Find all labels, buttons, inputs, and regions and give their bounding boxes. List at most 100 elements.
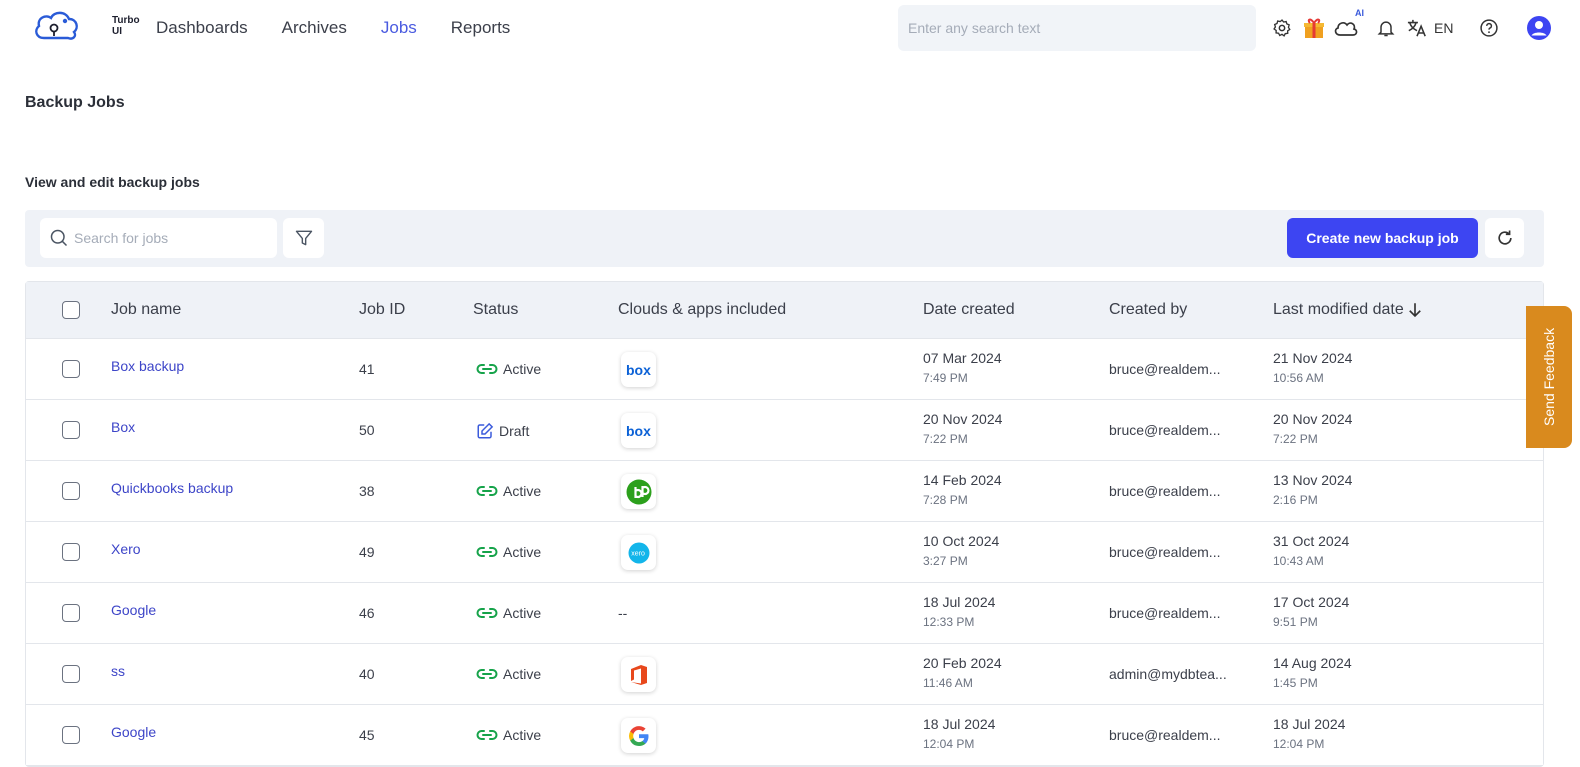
row-checkbox[interactable] <box>62 726 80 744</box>
select-all-checkbox[interactable] <box>62 301 80 319</box>
job-name-link[interactable]: ss <box>111 663 125 679</box>
created-date: 20 Feb 2024 <box>923 655 1002 671</box>
status-label: Active <box>503 605 542 621</box>
nav-archives[interactable]: Archives <box>282 18 347 38</box>
modified-time: 9:51 PM <box>1273 615 1318 629</box>
global-search-input[interactable] <box>898 5 1256 51</box>
last-modified: 13 Nov 2024 2:16 PM <box>1273 472 1352 507</box>
status-label: Active <box>503 544 542 560</box>
created-date: 18 Jul 2024 <box>923 594 996 610</box>
link-icon <box>476 545 498 559</box>
job-status: Active <box>476 361 541 377</box>
created-by: bruce@realdem... <box>1109 361 1221 377</box>
created-time: 12:33 PM <box>923 615 975 629</box>
table-row[interactable]: Xero 49 Active xero 10 Oct 2024 3:27 PM … <box>26 522 1543 583</box>
col-status[interactable]: Status <box>473 301 518 319</box>
jobs-table: Job name Job ID Status Clouds & apps inc… <box>25 281 1544 767</box>
app-cell: box <box>621 413 656 448</box>
modified-time: 2:16 PM <box>1273 493 1318 507</box>
cloud-ai-icon[interactable]: AI <box>1330 8 1364 44</box>
col-apps[interactable]: Clouds & apps included <box>618 301 786 319</box>
filter-button[interactable] <box>283 218 324 258</box>
table-row[interactable]: ss 40 Active 20 Feb 2024 11:46 AM admin@… <box>26 644 1543 705</box>
app-cell <box>621 657 656 692</box>
row-checkbox[interactable] <box>62 421 80 439</box>
col-date-created[interactable]: Date created <box>923 301 1015 319</box>
job-status: Draft <box>476 422 529 440</box>
row-checkbox[interactable] <box>62 360 80 378</box>
help-icon[interactable] <box>1473 12 1505 44</box>
user-avatar-icon[interactable] <box>1523 12 1555 44</box>
job-status: Active <box>476 544 541 560</box>
last-modified: 17 Oct 2024 9:51 PM <box>1273 594 1349 629</box>
nav-jobs[interactable]: Jobs <box>381 18 417 38</box>
created-by: bruce@realdem... <box>1109 605 1221 621</box>
col-created-by[interactable]: Created by <box>1109 301 1187 319</box>
table-header: Job name Job ID Status Clouds & apps inc… <box>26 282 1543 339</box>
modified-time: 7:22 PM <box>1273 432 1318 446</box>
job-status: Active <box>476 483 541 499</box>
created-by: bruce@realdem... <box>1109 483 1221 499</box>
send-feedback-tab[interactable]: Send Feedback <box>1526 306 1572 448</box>
language-label: EN <box>1434 20 1454 36</box>
top-icons: AI EN <box>1266 8 1555 44</box>
created-time: 11:46 AM <box>923 676 973 690</box>
bell-icon[interactable] <box>1370 12 1402 44</box>
table-row[interactable]: Google 46 Active -- 18 Jul 2024 12:33 PM… <box>26 583 1543 644</box>
created-time: 7:22 PM <box>923 432 968 446</box>
app-cell <box>621 474 656 509</box>
google-app-icon <box>621 718 656 753</box>
job-name-link[interactable]: Google <box>111 724 156 740</box>
col-last-modified[interactable]: Last modified date <box>1273 301 1424 319</box>
created-date: 07 Mar 2024 <box>923 350 1002 366</box>
nav-dashboards[interactable]: Dashboards <box>156 18 248 38</box>
table-row[interactable]: Google 45 Active 18 Jul 2024 12:04 PM br… <box>26 705 1543 766</box>
job-id: 45 <box>359 727 375 743</box>
col-job-id[interactable]: Job ID <box>359 301 405 319</box>
table-row[interactable]: Quickbooks backup 38 Active 14 Feb 2024 … <box>26 461 1543 522</box>
sort-down-arrow-icon <box>1408 303 1421 318</box>
row-checkbox[interactable] <box>62 665 80 683</box>
gift-icon[interactable] <box>1298 12 1330 44</box>
language-selector[interactable]: EN <box>1406 18 1453 38</box>
last-modified: 20 Nov 2024 7:22 PM <box>1273 411 1352 446</box>
job-name-link[interactable]: Google <box>111 602 156 618</box>
link-icon <box>476 728 498 742</box>
job-name-link[interactable]: Box <box>111 419 135 435</box>
job-name-link[interactable]: Xero <box>111 541 141 557</box>
job-name-link[interactable]: Quickbooks backup <box>111 480 233 496</box>
ai-badge: AI <box>1355 8 1364 18</box>
quickbooks-app-icon <box>621 474 656 509</box>
modified-time: 10:43 AM <box>1273 554 1324 568</box>
last-modified: 21 Nov 2024 10:56 AM <box>1273 350 1352 385</box>
col-job-name[interactable]: Job name <box>111 301 181 319</box>
job-search-box <box>40 218 277 258</box>
svg-text:box: box <box>626 363 651 377</box>
refresh-icon <box>1497 230 1512 245</box>
created-date: 18 Jul 2024 <box>923 716 996 732</box>
create-backup-job-button[interactable]: Create new backup job <box>1287 218 1478 258</box>
cloud-logo-icon <box>35 11 78 40</box>
row-checkbox[interactable] <box>62 543 80 561</box>
row-checkbox[interactable] <box>62 604 80 622</box>
date-created: 18 Jul 2024 12:04 PM <box>923 716 995 751</box>
box-app-icon: box <box>621 352 656 387</box>
link-icon <box>476 362 498 376</box>
created-by: bruce@realdem... <box>1109 422 1221 438</box>
refresh-button[interactable] <box>1485 218 1524 258</box>
job-name-link[interactable]: Box backup <box>111 358 184 374</box>
job-id: 50 <box>359 422 375 438</box>
svg-text:box: box <box>626 424 651 438</box>
row-checkbox[interactable] <box>62 482 80 500</box>
date-created: 20 Nov 2024 7:22 PM <box>923 411 1002 446</box>
modified-time: 12:04 PM <box>1273 737 1325 751</box>
table-row[interactable]: Box backup 41 Active box 07 Mar 2024 7:4… <box>26 339 1543 400</box>
created-date: 10 Oct 2024 <box>923 533 1000 549</box>
app-cell <box>621 718 656 753</box>
gear-icon[interactable] <box>1266 12 1298 44</box>
job-search-input[interactable] <box>74 218 269 258</box>
turbo-ui-logo[interactable]: Turbo UI <box>32 8 140 48</box>
created-by: admin@mydbtea... <box>1109 666 1227 682</box>
table-row[interactable]: Box 50 Draft box 20 Nov 2024 7:22 PM bru… <box>26 400 1543 461</box>
nav-reports[interactable]: Reports <box>451 18 511 38</box>
